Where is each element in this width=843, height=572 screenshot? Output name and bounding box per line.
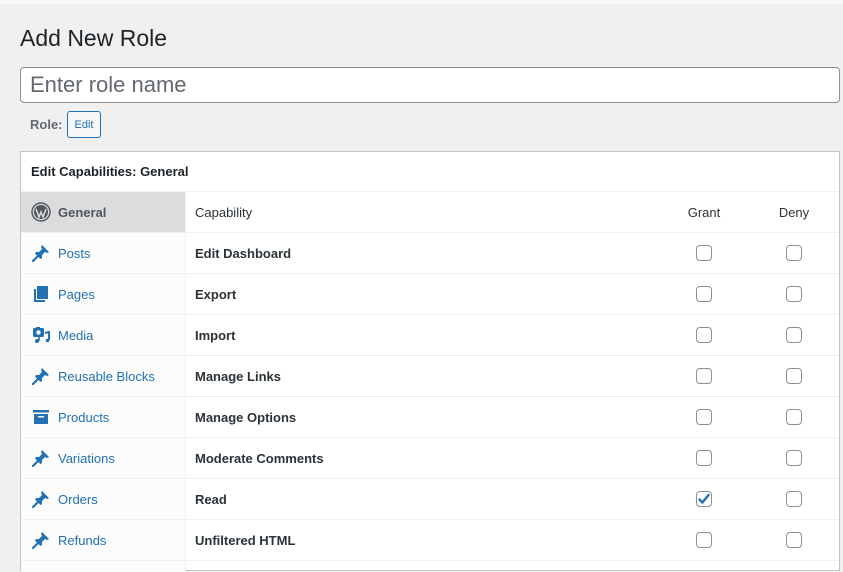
media-icon — [31, 325, 51, 345]
column-deny: Deny — [778, 204, 810, 220]
grant-checkbox[interactable] — [696, 327, 712, 343]
role-row: Role: Edit — [30, 111, 102, 138]
deny-checkbox[interactable] — [786, 491, 802, 507]
pushpin-icon — [31, 243, 51, 263]
deny-cell — [749, 327, 839, 343]
deny-cell — [749, 245, 839, 261]
capability-row: Moderate Comments — [185, 438, 839, 479]
tab-general[interactable]: General — [21, 192, 185, 233]
tab-pages[interactable]: Pages — [21, 274, 185, 315]
grant-cell — [659, 245, 749, 261]
grant-cell — [659, 409, 749, 425]
capability-name: Export — [195, 286, 237, 302]
pages-icon — [31, 284, 51, 304]
tab-refunds[interactable]: Refunds — [21, 520, 185, 561]
role-label: Role: — [30, 117, 63, 132]
capability-name: Unfiltered HTML — [195, 532, 296, 548]
capability-row: Unfiltered HTML — [185, 520, 839, 561]
deny-cell — [749, 368, 839, 384]
capability-name: Moderate Comments — [195, 450, 324, 466]
deny-checkbox[interactable] — [786, 327, 802, 343]
deny-cell — [749, 409, 839, 425]
deny-checkbox[interactable] — [786, 409, 802, 425]
role-name-input[interactable] — [20, 67, 840, 103]
capability-row: Import — [185, 315, 839, 356]
tab-reusable-blocks[interactable]: Reusable Blocks — [21, 356, 185, 397]
tab-posts[interactable]: Posts — [21, 233, 185, 274]
archive-icon — [31, 407, 51, 427]
grant-checkbox[interactable] — [696, 532, 712, 548]
grant-checkbox[interactable] — [696, 450, 712, 466]
grant-cell — [659, 532, 749, 548]
grant-checkbox[interactable] — [696, 245, 712, 261]
panel-header: Edit Capabilities: General — [21, 152, 839, 192]
grant-checkbox[interactable] — [696, 368, 712, 384]
capability-name: Manage Options — [195, 409, 297, 425]
deny-checkbox[interactable] — [786, 286, 802, 302]
pushpin-icon — [31, 530, 51, 550]
grant-cell — [659, 368, 749, 384]
deny-checkbox[interactable] — [786, 368, 802, 384]
grant-checkbox[interactable] — [696, 491, 712, 507]
deny-cell — [749, 491, 839, 507]
tab-label: Posts — [58, 245, 91, 261]
edit-role-button[interactable]: Edit — [66, 111, 102, 138]
tab-label: Variations — [58, 450, 115, 466]
tab-media[interactable]: Media — [21, 315, 185, 356]
grant-checkbox[interactable] — [696, 409, 712, 425]
tab-variations[interactable]: Variations — [21, 438, 185, 479]
deny-checkbox[interactable] — [786, 450, 802, 466]
capability-name: Manage Links — [195, 368, 281, 384]
tab-label: Pages — [58, 286, 95, 302]
grant-cell — [659, 327, 749, 343]
tab-label: Orders — [58, 491, 98, 507]
table-header: Capability Grant Deny — [185, 192, 839, 233]
deny-cell — [749, 532, 839, 548]
capabilities-table: Capability Grant Deny Edit Dashboard Expo… — [185, 192, 839, 561]
pushpin-icon — [31, 366, 51, 386]
grant-cell — [659, 286, 749, 302]
deny-checkbox[interactable] — [786, 532, 802, 548]
capability-row: Manage Links — [185, 356, 839, 397]
capability-name: Read — [195, 491, 227, 507]
wordpress-icon — [31, 202, 51, 222]
tab-label: Products — [58, 409, 110, 425]
capability-row: Read — [185, 479, 839, 520]
capability-row: Edit Dashboard — [185, 233, 839, 274]
deny-checkbox[interactable] — [786, 245, 802, 261]
capability-name: Import — [195, 327, 236, 343]
pushpin-icon — [31, 448, 51, 468]
grant-cell — [659, 450, 749, 466]
capability-row: Manage Options — [185, 397, 839, 438]
tab-label: Reusable Blocks — [58, 368, 155, 384]
top-strip — [0, 0, 843, 4]
column-capability: Capability — [195, 204, 253, 220]
capability-row: Export — [185, 274, 839, 315]
pushpin-icon — [31, 489, 51, 509]
tab-label: Refunds — [58, 532, 107, 548]
tab-orders[interactable]: Orders — [21, 479, 185, 520]
capability-group-tabs: General Posts Pages Media Reusable Blocks Pro… — [21, 192, 186, 572]
page-title: Add New Role — [20, 25, 168, 51]
tab-label: Media — [58, 327, 94, 343]
deny-cell — [749, 450, 839, 466]
grant-checkbox[interactable] — [696, 286, 712, 302]
deny-cell — [749, 286, 839, 302]
tab-products[interactable]: Products — [21, 397, 185, 438]
capability-name: Edit Dashboard — [195, 245, 292, 261]
tab-label: General — [58, 204, 107, 220]
column-grant: Grant — [687, 204, 721, 220]
capabilities-panel: Edit Capabilities: General General Posts P… — [20, 151, 840, 572]
grant-cell — [659, 491, 749, 507]
